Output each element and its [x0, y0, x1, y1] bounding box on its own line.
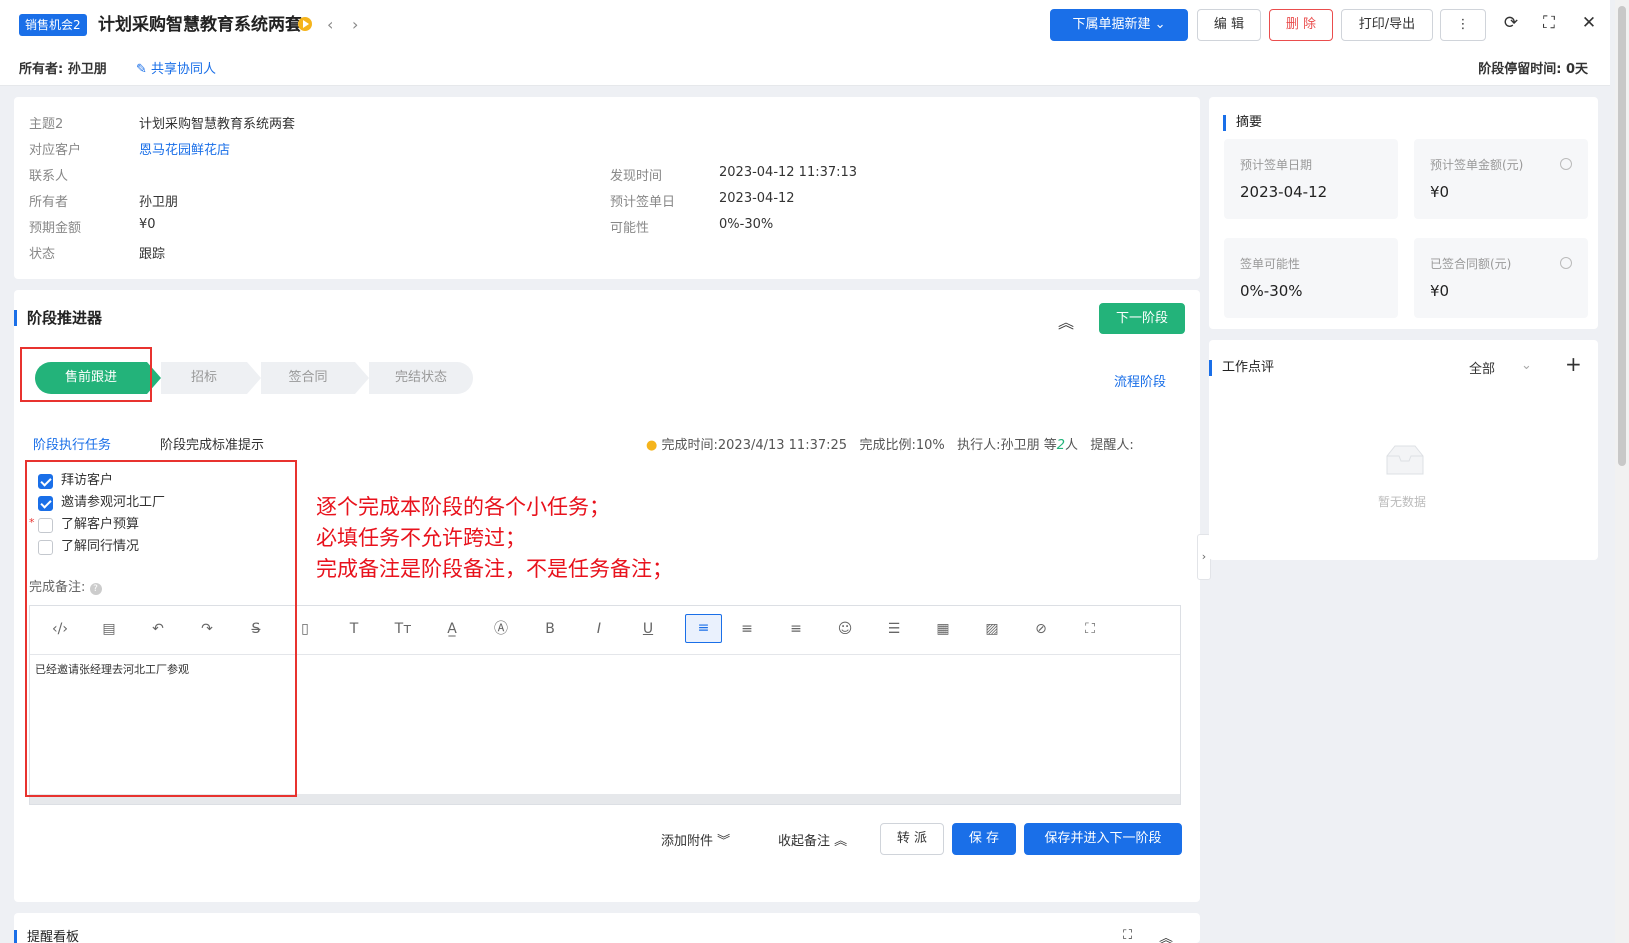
tab-stage-tasks[interactable]: 阶段执行任务	[33, 434, 111, 453]
font-color-icon[interactable]: A̲	[439, 616, 465, 642]
refresh-icon[interactable]: ⟳	[1499, 11, 1523, 35]
save-next-stage-button[interactable]: 保存并进入下一阶段	[1024, 823, 1182, 855]
empty-text: 暂无数据	[1378, 495, 1427, 509]
field-label: 预计签单日	[610, 195, 676, 210]
stage-advancer-title: 阶段推进器	[14, 310, 102, 326]
field-label: 主题2	[29, 117, 64, 132]
stage-meta: ● 完成时间:2023/4/13 11:37:25 完成比例:10% 执行人:孙…	[646, 438, 1134, 453]
record-type-tag: 销售机会2	[19, 14, 87, 36]
fullscreen-icon[interactable]: ⛶	[1537, 11, 1561, 35]
summary-probability: 签单可能性 0%-30%	[1224, 238, 1398, 318]
bell-icon: ●	[646, 438, 658, 453]
add-icon[interactable]: +	[1565, 352, 1582, 376]
reminder-board-card	[14, 913, 1200, 943]
annotation-line: 完成备注是阶段备注，不是任务备注；	[316, 557, 673, 581]
work-review-title: 工作点评	[1209, 360, 1274, 376]
summary-sign-amount: 预计签单金额(元) ¥0	[1414, 139, 1588, 219]
emoji-icon[interactable]: ☺	[832, 616, 858, 642]
chevron-up-icon[interactable]: ︽	[1058, 309, 1074, 333]
font-family-icon[interactable]: Tт	[390, 616, 416, 642]
annotation-line: 逐个完成本阶段的各个小任务；	[316, 495, 610, 519]
summary-sign-date: 预计签单日期 2023-04-12	[1224, 139, 1398, 219]
attachment-icon[interactable]: ⊘	[1028, 616, 1054, 642]
clock-icon	[1560, 257, 1572, 269]
tab-stage-hint[interactable]: 阶段完成标准提示	[160, 434, 264, 453]
next-stage-button[interactable]: 下一阶段	[1099, 303, 1185, 334]
align-left-icon[interactable]: ≡	[685, 614, 722, 643]
chevron-up-icon[interactable]: ︽	[1159, 928, 1173, 943]
play-icon[interactable]	[298, 17, 312, 31]
fullscreen-icon[interactable]: ⛶	[1077, 616, 1103, 642]
review-filter-select[interactable]: 全部 ⌄	[1469, 358, 1539, 377]
line-height-icon[interactable]: ☰	[881, 616, 907, 642]
field-label: 发现时间	[610, 169, 663, 184]
align-right-icon[interactable]: ≡	[783, 616, 809, 642]
highlight-box	[25, 460, 297, 797]
found-time-value: 2023-04-12 11:37:13	[719, 165, 858, 180]
edit-button[interactable]: 编 辑	[1197, 9, 1261, 41]
chevron-down-icon: ⌄	[1154, 17, 1166, 32]
bold-icon[interactable]: B	[537, 616, 563, 642]
add-attachment-button[interactable]: 添加附件 ︾	[661, 830, 730, 849]
image-icon[interactable]: ▨	[979, 616, 1005, 642]
bg-color-icon[interactable]: Ⓐ	[488, 616, 514, 642]
stage-arrow	[355, 362, 369, 394]
annotation-line: 必填任务不允许跨过；	[316, 526, 526, 550]
field-label: 预期金额	[29, 221, 82, 236]
font-size-icon[interactable]: T	[341, 616, 367, 642]
stage-stay-time: 阶段停留时间: 0天	[1478, 62, 1588, 77]
subject-value: 计划采购智慧教育系统两套	[139, 117, 296, 132]
fullscreen-icon[interactable]: ⛶	[1123, 928, 1132, 943]
flow-stage-link[interactable]: 流程阶段	[1114, 371, 1166, 390]
new-subordinate-button[interactable]: 下属单据新建 ⌄	[1050, 9, 1188, 41]
status-value: 跟踪	[139, 247, 166, 262]
owner-value: 孙卫朋	[139, 195, 179, 210]
edit-icon: ✎	[136, 62, 147, 77]
field-label: 可能性	[610, 221, 650, 236]
amount-value: ¥0	[139, 217, 156, 232]
table-icon[interactable]: ▦	[930, 616, 956, 642]
highlight-box	[20, 347, 152, 402]
delete-button[interactable]: 删 除	[1269, 9, 1333, 41]
underline-icon[interactable]: U	[635, 616, 661, 642]
chevron-double-up-icon: ︽	[834, 834, 848, 849]
chevron-double-down-icon: ︾	[717, 834, 731, 849]
summary-title: 摘要	[1223, 115, 1262, 131]
page-title: 计划采购智慧教育系统两套	[98, 15, 302, 35]
save-button[interactable]: 保 存	[952, 823, 1016, 855]
align-center-icon[interactable]: ≡	[734, 616, 760, 642]
reminder-board-title: 提醒看板	[14, 930, 79, 943]
customer-link[interactable]: 恩马花园鲜花店	[139, 139, 230, 158]
stage-step-contract[interactable]: 签合同	[261, 362, 355, 394]
field-label: 状态	[29, 247, 56, 262]
scrollbar-thumb[interactable]	[1618, 6, 1626, 466]
chevron-left-icon[interactable]: ‹	[327, 12, 333, 38]
chevron-right-icon[interactable]: ›	[352, 12, 358, 38]
summary-contract-amount: 已签合同额(元) ¥0	[1414, 238, 1588, 318]
transfer-button[interactable]: 转 派	[880, 823, 944, 855]
print-export-button[interactable]: 打印/导出	[1341, 9, 1433, 41]
empty-inbox-icon	[1381, 442, 1429, 478]
italic-icon[interactable]: I	[586, 616, 612, 642]
probability-value: 0%-30%	[719, 217, 774, 232]
field-label: 联系人	[29, 169, 69, 184]
stage-step-complete[interactable]: 完结状态	[369, 362, 473, 394]
clock-icon	[1560, 158, 1572, 170]
collapse-note-button[interactable]: 收起备注 ︽	[778, 830, 847, 849]
sign-date-value: 2023-04-12	[719, 191, 795, 206]
share-collaborators-link[interactable]: ✎ 共享协同人	[136, 58, 216, 77]
stage-step-bidding[interactable]: 招标	[161, 362, 247, 394]
chevron-down-icon: ⌄	[1521, 358, 1532, 373]
more-button[interactable]: ⋮	[1440, 9, 1486, 41]
field-label: 对应客户	[29, 143, 82, 158]
close-icon[interactable]: ✕	[1577, 11, 1601, 35]
field-label: 所有者	[29, 195, 69, 210]
page-header: 销售机会2 计划采购智慧教育系统两套 ‹ › 下属单据新建 ⌄ 编 辑 删 除 …	[0, 0, 1610, 86]
opportunity-info-card: 主题2 计划采购智慧教育系统两套 对应客户 恩马花园鲜花店 联系人 所有者 孙卫…	[14, 97, 1200, 279]
stage-arrow	[247, 362, 261, 394]
owner-info: 所有者: 孙卫朋	[19, 62, 107, 77]
